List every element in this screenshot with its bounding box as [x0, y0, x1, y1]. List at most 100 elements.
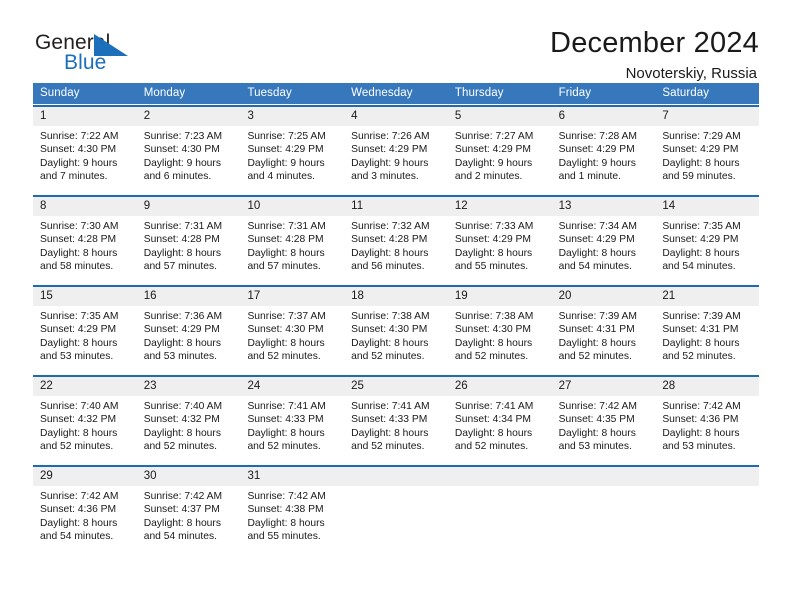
- calendar-day-cell[interactable]: 5 Sunrise: 7:27 AM Sunset: 4:29 PM Daylight…: [447, 105, 552, 191]
- calendar-week-row: 22 Sunrise: 7:40 AM Sunset: 4:32 PM Dayligh…: [33, 375, 760, 461]
- weekday-header-row: Sunday Monday Tuesday Wednesday Thursday…: [33, 83, 759, 104]
- day-daylight1-text: Daylight: 9 hours: [40, 157, 118, 169]
- calendar-day-cell[interactable]: 13 Sunrise: 7:34 AM Sunset: 4:29 PM Dayligh…: [551, 195, 656, 281]
- calendar-page: General Blue December 2024 Novoterskiy, …: [0, 0, 792, 612]
- calendar-day-cell-empty: [655, 465, 760, 551]
- weekday-header-saturday: Saturday: [662, 87, 710, 99]
- calendar-day-cell[interactable]: 25 Sunrise: 7:41 AM Sunset: 4:33 PM Dayligh…: [344, 375, 448, 461]
- day-sunrise-text: Sunrise: 7:34 AM: [558, 221, 638, 232]
- day-daylight1-text: Daylight: 8 hours: [351, 247, 429, 259]
- day-daylight2-text: and 54 minutes.: [558, 261, 632, 273]
- calendar-day-cell[interactable]: 7 Sunrise: 7:29 AM Sunset: 4:29 PM Daylight…: [655, 105, 760, 191]
- day-daylight2-text: and 54 minutes.: [40, 531, 114, 543]
- day-daylight1-text: Daylight: 9 hours: [247, 157, 325, 169]
- calendar-day-cell[interactable]: 30 Sunrise: 7:42 AM Sunset: 4:37 PM Dayligh…: [136, 465, 241, 551]
- day-daylight1-text: Daylight: 8 hours: [143, 337, 221, 349]
- day-sunset-text: Sunset: 4:36 PM: [662, 414, 739, 426]
- day-sunset-text: Sunset: 4:37 PM: [143, 504, 220, 516]
- day-daylight1-text: Daylight: 8 hours: [662, 337, 740, 349]
- day-daylight2-text: and 52 minutes.: [454, 441, 529, 453]
- day-number: 30: [136, 467, 241, 486]
- day-details: Sunrise: 7:41 AM Sunset: 4:33 PM Daylight:…: [344, 396, 448, 454]
- day-daylight2-text: and 54 minutes.: [143, 531, 217, 543]
- calendar-day-cell[interactable]: 23 Sunrise: 7:40 AM Sunset: 4:32 PM Dayligh…: [136, 375, 241, 461]
- calendar-day-cell-empty: [447, 465, 552, 551]
- calendar-day-cell[interactable]: 11 Sunrise: 7:32 AM Sunset: 4:28 PM Dayligh…: [344, 195, 448, 281]
- day-number: 28: [655, 377, 760, 396]
- day-sunset-text: Sunset: 4:34 PM: [454, 414, 532, 426]
- day-sunset-text: Sunset: 4:32 PM: [40, 414, 117, 426]
- day-details: Sunrise: 7:41 AM Sunset: 4:34 PM Daylight:…: [448, 396, 552, 454]
- day-daylight2-text: and 52 minutes.: [558, 351, 632, 363]
- day-number: 18: [344, 287, 448, 306]
- day-daylight1-text: Daylight: 8 hours: [40, 427, 118, 439]
- day-sunrise-text: Sunrise: 7:39 AM: [558, 311, 638, 322]
- calendar-day-cell[interactable]: 4 Sunrise: 7:26 AM Sunset: 4:29 PM Daylight…: [344, 105, 448, 191]
- day-daylight2-text: and 7 minutes.: [40, 171, 108, 183]
- day-details: Sunrise: 7:32 AM Sunset: 4:28 PM Daylight:…: [344, 216, 448, 274]
- day-number: 13: [551, 197, 656, 216]
- day-details: [655, 486, 759, 490]
- day-daylight1-text: Daylight: 8 hours: [454, 427, 533, 439]
- day-daylight1-text: Daylight: 8 hours: [351, 337, 429, 349]
- day-daylight1-text: Daylight: 8 hours: [662, 427, 740, 439]
- logo-triangle-icon: [94, 34, 128, 56]
- calendar-day-cell[interactable]: 28 Sunrise: 7:42 AM Sunset: 4:36 PM Dayligh…: [655, 375, 760, 461]
- day-number: 3: [240, 107, 345, 126]
- calendar-day-cell[interactable]: 17 Sunrise: 7:37 AM Sunset: 4:30 PM Dayligh…: [240, 285, 345, 371]
- day-sunset-text: Sunset: 4:33 PM: [351, 414, 428, 426]
- day-sunrise-text: Sunrise: 7:42 AM: [40, 491, 119, 502]
- calendar-day-cell[interactable]: 15 Sunrise: 7:35 AM Sunset: 4:29 PM Dayligh…: [33, 285, 137, 371]
- calendar-day-cell[interactable]: 27 Sunrise: 7:42 AM Sunset: 4:35 PM Dayligh…: [551, 375, 656, 461]
- calendar-day-cell[interactable]: 3 Sunrise: 7:25 AM Sunset: 4:29 PM Daylight…: [240, 105, 345, 191]
- calendar-day-cell[interactable]: 12 Sunrise: 7:33 AM Sunset: 4:29 PM Dayligh…: [447, 195, 552, 281]
- day-details: [552, 486, 656, 490]
- day-sunrise-text: Sunrise: 7:31 AM: [143, 221, 223, 232]
- calendar-day-cell[interactable]: 1 Sunrise: 7:22 AM Sunset: 4:30 PM Daylight…: [33, 105, 137, 191]
- calendar-day-cell[interactable]: 20 Sunrise: 7:39 AM Sunset: 4:31 PM Dayligh…: [551, 285, 656, 371]
- day-sunset-text: Sunset: 4:30 PM: [454, 324, 532, 336]
- calendar-week-row: 15 Sunrise: 7:35 AM Sunset: 4:29 PM Dayligh…: [33, 285, 760, 371]
- calendar-day-cell[interactable]: 31 Sunrise: 7:42 AM Sunset: 4:38 PM Dayligh…: [240, 465, 345, 551]
- page-header: General Blue December 2024 Novoterskiy, …: [33, 0, 759, 82]
- day-daylight2-text: and 57 minutes.: [247, 261, 321, 273]
- calendar-day-cell[interactable]: 14 Sunrise: 7:35 AM Sunset: 4:29 PM Dayligh…: [655, 195, 760, 281]
- calendar-day-cell[interactable]: 29 Sunrise: 7:42 AM Sunset: 4:36 PM Dayligh…: [33, 465, 137, 551]
- day-details: Sunrise: 7:40 AM Sunset: 4:32 PM Daylight:…: [137, 396, 241, 454]
- day-sunrise-text: Sunrise: 7:32 AM: [351, 221, 430, 232]
- day-sunrise-text: Sunrise: 7:26 AM: [351, 131, 430, 142]
- general-blue-logo[interactable]: General Blue: [33, 30, 233, 82]
- calendar-week-row: 29 Sunrise: 7:42 AM Sunset: 4:36 PM Dayligh…: [33, 465, 760, 551]
- calendar-day-cell[interactable]: 8 Sunrise: 7:30 AM Sunset: 4:28 PM Daylight…: [33, 195, 137, 281]
- calendar-day-cell[interactable]: 19 Sunrise: 7:38 AM Sunset: 4:30 PM Dayligh…: [447, 285, 552, 371]
- calendar-day-cell[interactable]: 9 Sunrise: 7:31 AM Sunset: 4:28 PM Daylight…: [136, 195, 241, 281]
- calendar-day-cell[interactable]: 24 Sunrise: 7:41 AM Sunset: 4:33 PM Dayligh…: [240, 375, 345, 461]
- day-sunrise-text: Sunrise: 7:42 AM: [143, 491, 223, 502]
- day-number: 8: [33, 197, 137, 216]
- calendar-day-cell[interactable]: 2 Sunrise: 7:23 AM Sunset: 4:30 PM Daylight…: [136, 105, 241, 191]
- calendar-day-cell[interactable]: 26 Sunrise: 7:41 AM Sunset: 4:34 PM Dayligh…: [447, 375, 552, 461]
- day-sunset-text: Sunset: 4:30 PM: [351, 324, 428, 336]
- calendar-day-cell[interactable]: 21 Sunrise: 7:39 AM Sunset: 4:31 PM Dayligh…: [655, 285, 760, 371]
- day-sunset-text: Sunset: 4:30 PM: [247, 324, 324, 336]
- day-daylight2-text: and 52 minutes.: [143, 441, 217, 453]
- day-number: 19: [447, 287, 552, 306]
- day-daylight2-text: and 52 minutes.: [40, 441, 114, 453]
- day-details: Sunrise: 7:38 AM Sunset: 4:30 PM Daylight:…: [344, 306, 448, 364]
- day-sunset-text: Sunset: 4:33 PM: [247, 414, 324, 426]
- day-daylight2-text: and 3 minutes.: [351, 171, 419, 183]
- calendar-day-cell[interactable]: 22 Sunrise: 7:40 AM Sunset: 4:32 PM Dayligh…: [33, 375, 137, 461]
- calendar-day-cell[interactable]: 10 Sunrise: 7:31 AM Sunset: 4:28 PM Dayligh…: [240, 195, 345, 281]
- day-number: 7: [655, 107, 760, 126]
- calendar-day-cell[interactable]: 18 Sunrise: 7:38 AM Sunset: 4:30 PM Dayligh…: [344, 285, 448, 371]
- day-details: Sunrise: 7:31 AM Sunset: 4:28 PM Daylight:…: [137, 216, 241, 274]
- day-daylight2-text: and 52 minutes.: [247, 441, 321, 453]
- day-daylight2-text: and 53 minutes.: [40, 351, 114, 363]
- day-details: Sunrise: 7:27 AM Sunset: 4:29 PM Daylight:…: [448, 126, 552, 184]
- day-details: Sunrise: 7:42 AM Sunset: 4:37 PM Daylight:…: [137, 486, 241, 544]
- day-number: 5: [447, 107, 552, 126]
- day-number: 31: [240, 467, 345, 486]
- calendar-day-cell[interactable]: 6 Sunrise: 7:28 AM Sunset: 4:29 PM Daylight…: [551, 105, 656, 191]
- day-details: Sunrise: 7:29 AM Sunset: 4:29 PM Daylight:…: [655, 126, 759, 184]
- calendar-day-cell[interactable]: 16 Sunrise: 7:36 AM Sunset: 4:29 PM Dayligh…: [136, 285, 241, 371]
